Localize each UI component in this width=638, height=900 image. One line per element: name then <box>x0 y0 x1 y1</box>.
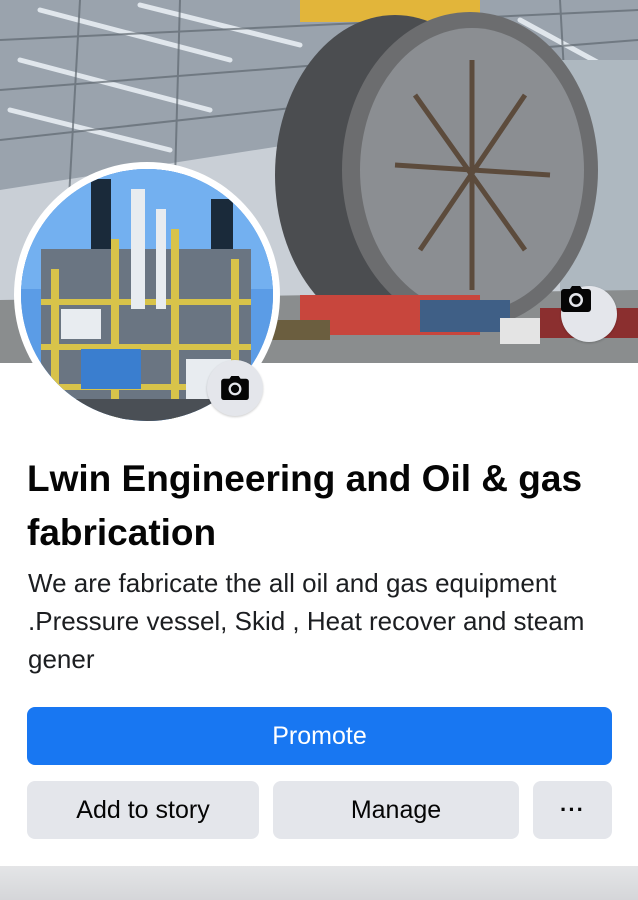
camera-icon <box>561 286 591 312</box>
profile-camera-button[interactable] <box>207 360 263 416</box>
more-options-button[interactable]: ··· <box>533 781 612 839</box>
cover-camera-button[interactable] <box>561 286 617 342</box>
page-bio: We are fabricate the all oil and gas equ… <box>28 568 585 674</box>
promote-button[interactable]: Promote <box>27 707 612 765</box>
section-divider <box>0 866 638 900</box>
add-to-story-button[interactable]: Add to story <box>27 781 259 839</box>
page-title: Lwin Engineering and Oil & gas fabricati… <box>27 458 583 553</box>
camera-icon <box>221 376 249 400</box>
manage-button[interactable]: Manage <box>273 781 519 839</box>
